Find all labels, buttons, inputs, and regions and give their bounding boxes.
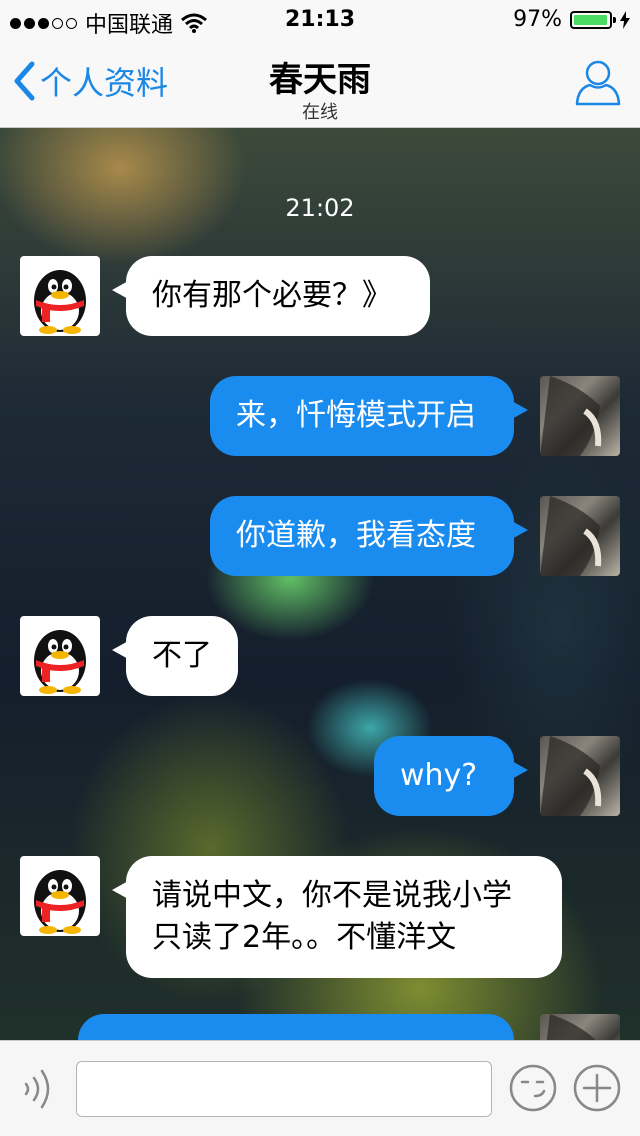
charging-bolt-icon <box>620 10 630 29</box>
voice-button[interactable] <box>18 1067 58 1115</box>
plus-button[interactable] <box>572 1063 622 1117</box>
input-bar <box>0 1040 640 1136</box>
user-portrait-icon <box>540 496 602 576</box>
contact-avatar[interactable] <box>20 256 100 336</box>
plus-circle-icon <box>573 1064 621 1112</box>
message-bubble-incoming[interactable]: 请说中文，你不是说我小学只读了2年。。不懂洋文 <box>112 856 562 978</box>
battery-status: 97% <box>513 7 630 32</box>
smiley-wink-icon <box>509 1064 557 1112</box>
penguin-avatar-icon <box>34 270 86 334</box>
my-avatar[interactable] <box>540 1014 620 1040</box>
message-timestamp: 21:02 <box>285 194 355 222</box>
battery-percent: 97% <box>513 7 562 32</box>
battery-icon <box>570 10 616 29</box>
user-portrait-icon <box>546 1014 596 1040</box>
message-bubble-incoming[interactable]: 你有那个必要？》 <box>112 256 430 336</box>
my-avatar[interactable] <box>540 736 620 816</box>
penguin-avatar-icon <box>34 870 86 934</box>
contact-avatar[interactable] <box>20 616 100 696</box>
chat-area[interactable]: 21:02 你有那个必要？》 来，忏悔模式开启 你道歉，我看态度 不了 why?… <box>0 128 640 1040</box>
contact-avatar[interactable] <box>20 856 100 936</box>
user-portrait-icon <box>540 376 602 456</box>
online-status: 在线 <box>302 102 338 123</box>
message-bubble-incoming[interactable]: 不了 <box>112 616 238 696</box>
status-bar: 中国联通 21:13 97% <box>0 0 640 40</box>
my-avatar[interactable] <box>540 496 620 576</box>
penguin-avatar-icon <box>34 630 86 694</box>
nav-bar: 个人资料 春天雨 在线 <box>0 40 640 128</box>
my-avatar[interactable] <box>540 376 620 456</box>
profile-button[interactable] <box>574 58 622 110</box>
message-bubble-outgoing[interactable]: 来，忏悔模式开启 <box>210 376 528 456</box>
person-icon <box>575 60 621 106</box>
message-bubble-outgoing[interactable] <box>78 1014 528 1040</box>
voice-wave-icon <box>24 1069 50 1109</box>
user-portrait-icon <box>540 736 602 816</box>
message-bubble-outgoing[interactable]: why? <box>374 736 528 816</box>
emoji-button[interactable] <box>508 1063 558 1117</box>
page-title: 春天雨 <box>269 60 371 100</box>
message-input[interactable] <box>76 1061 492 1117</box>
message-bubble-outgoing[interactable]: 你道歉，我看态度 <box>210 496 528 576</box>
